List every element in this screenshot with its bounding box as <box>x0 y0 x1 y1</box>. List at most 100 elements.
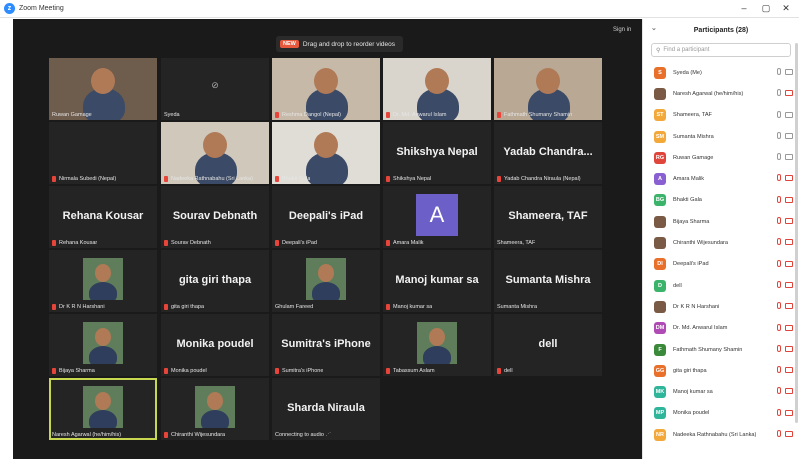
participant-row[interactable]: MP Monika poudel <box>643 403 799 424</box>
video-tile[interactable]: A Amara Malik <box>383 186 491 248</box>
participant-name: Bhakti Gala <box>673 197 702 204</box>
video-tile[interactable]: ⊘ Syeda <box>161 58 269 120</box>
participant-status <box>777 430 793 438</box>
video-tile[interactable]: Ghulam Fareed <box>272 250 380 312</box>
video-off-icon <box>785 431 793 438</box>
muted-mic-icon <box>164 176 168 182</box>
video-tile[interactable]: Chiranthi Wijesundara <box>161 378 269 440</box>
mic-muted-icon <box>777 238 781 246</box>
participant-video <box>272 122 380 184</box>
display-name: Shikshya Nepal <box>396 146 478 158</box>
display-name: dell <box>538 338 558 350</box>
participant-name: Deepali's iPad <box>673 261 709 268</box>
caption-text: Naresh Agarwal (he/him/his) <box>52 432 122 438</box>
participant-avatar <box>654 87 666 100</box>
sign-in-link[interactable]: Sign in <box>613 27 631 33</box>
maximize-button[interactable]: ▢ <box>757 3 775 14</box>
banner-text: Drag and drop to reorder videos <box>302 40 395 48</box>
participant-status <box>777 89 793 97</box>
participant-row[interactable]: GG gita giri thapa <box>643 360 799 381</box>
participant-row[interactable]: RG Ruwan Gamage <box>643 147 799 168</box>
display-name: Manoj kumar sa <box>395 274 479 286</box>
muted-mic-icon <box>164 240 168 246</box>
video-tile[interactable]: Yadab Chandra... Yadab Chandra Niraula (N… <box>494 122 602 184</box>
participant-row[interactable]: Naresh Agarwal (he/him/his) <box>643 83 799 104</box>
video-tile[interactable]: Deepali's iPad Deepali's iPad <box>272 186 380 248</box>
participant-status <box>777 387 793 395</box>
video-tile[interactable]: Shikshya Nepal Shikshya Nepal <box>383 122 491 184</box>
mic-icon <box>777 153 781 161</box>
participant-avatar: MK <box>654 386 666 399</box>
participant-row[interactable]: SM Sumanta Mishra <box>643 126 799 147</box>
display-name: Monika poudel <box>176 338 254 350</box>
video-tile[interactable]: Rehana Kousar Rehana Kousar <box>49 186 157 248</box>
close-button[interactable]: ✕ <box>777 3 795 14</box>
caption-text: Chiranthi Wijesundara <box>171 432 226 438</box>
video-tile[interactable]: Reshma Dangol (Nepal) <box>272 58 380 120</box>
panel-scrollbar[interactable] <box>795 43 798 423</box>
participant-video <box>49 58 157 120</box>
video-tile[interactable]: Sumitra's iPhone Sumitra's iPhone <box>272 314 380 376</box>
participant-row[interactable]: BG Bhakti Gala <box>643 190 799 211</box>
video-tile[interactable]: Fathmath Shumany Shamin <box>494 58 602 120</box>
video-tile[interactable]: Bhakti Gala <box>272 122 380 184</box>
participant-row[interactable]: NR Nadeeka Rathnabahu (Sri Lanka) <box>643 424 799 445</box>
participant-status <box>777 366 793 374</box>
video-tile[interactable]: Dr. Md. Anwarul Islam <box>383 58 491 120</box>
video-tile[interactable]: Tabassum Aslam <box>383 314 491 376</box>
reorder-banner: NEW Drag and drop to reorder videos <box>276 36 403 52</box>
video-tile[interactable]: Ruwan Gamage <box>49 58 157 120</box>
video-tile[interactable]: Sourav Debnath Sourav Debnath <box>161 186 269 248</box>
participant-row[interactable]: Bijaya Sharma <box>643 211 799 232</box>
mic-muted-icon <box>777 323 781 331</box>
video-tile[interactable]: gita giri thapa gita giri thapa <box>161 250 269 312</box>
mic-muted-icon <box>777 280 781 288</box>
participant-row[interactable]: A Amara Malik <box>643 168 799 189</box>
video-tile[interactable]: Sharda Niraula Connecting to audio ⋰ <box>272 378 380 440</box>
muted-mic-icon <box>52 304 56 310</box>
name-caption: Manoj kumar sa <box>386 304 432 310</box>
video-icon <box>785 154 793 161</box>
video-tile[interactable]: Monika poudel Monika poudel <box>161 314 269 376</box>
video-tile[interactable]: Bijaya Sharma <box>49 314 157 376</box>
participant-status <box>777 408 793 416</box>
muted-mic-icon <box>275 112 279 118</box>
video-tile[interactable]: Sumanta Mishra Sumanta Mishra <box>494 250 602 312</box>
video-tile[interactable]: Nadeeka Rathnabahu (Sri Lanka) <box>161 122 269 184</box>
video-tile[interactable]: Dr K R N Harshani <box>49 250 157 312</box>
name-caption: Amara Malik <box>386 240 424 246</box>
caption-text: Reshma Dangol (Nepal) <box>282 112 341 118</box>
participant-row[interactable]: DI Deepali's iPad <box>643 254 799 275</box>
minimize-button[interactable]: – <box>735 3 753 13</box>
participant-name: Ruwan Gamage <box>673 154 714 161</box>
participant-row[interactable]: S Syeda (Me) <box>643 62 799 83</box>
participant-row[interactable]: Chiranthi Wijesundara <box>643 232 799 253</box>
participant-video <box>383 58 491 120</box>
video-off-icon <box>785 324 793 331</box>
video-off-icon <box>785 90 793 97</box>
name-caption: Rehana Kousar <box>52 240 97 246</box>
video-tile[interactable]: Naresh Agarwal (he/him/his) <box>49 378 157 440</box>
participant-name: Monika poudel <box>673 410 710 417</box>
caption-text: Monika poudel <box>171 368 207 374</box>
caption-text: Shameera, TAF <box>497 240 536 246</box>
collapse-chevron-icon[interactable]: ⌄ <box>651 24 657 32</box>
muted-mic-icon <box>497 176 501 182</box>
participant-row[interactable]: Ddell <box>643 275 799 296</box>
participant-row[interactable]: DM Dr. Md. Anwarul Islam <box>643 318 799 339</box>
participant-search-input[interactable]: ⚲ Find a participant <box>651 43 791 57</box>
profile-photo <box>417 322 457 364</box>
video-tile[interactable]: Nirmala Subedi (Nepal) <box>49 122 157 184</box>
video-tile[interactable]: Shameera, TAF Shameera, TAF <box>494 186 602 248</box>
caption-text: Nirmala Subedi (Nepal) <box>59 176 117 182</box>
participant-row[interactable]: F Fathmath Shumany Shamin <box>643 339 799 360</box>
name-caption: Nirmala Subedi (Nepal) <box>52 176 116 182</box>
participant-row[interactable]: Dr K R N Harshani <box>643 296 799 317</box>
participant-avatar: DM <box>654 322 666 335</box>
video-tile[interactable]: dell dell <box>494 314 602 376</box>
video-tile[interactable]: Manoj kumar sa Manoj kumar sa <box>383 250 491 312</box>
participant-row[interactable]: MK Manoj kumar sa <box>643 381 799 402</box>
name-caption: Sourav Debnath <box>164 240 211 246</box>
participant-row[interactable]: ST Shameera, TAF <box>643 105 799 126</box>
display-name: Sumanta Mishra <box>505 274 591 286</box>
